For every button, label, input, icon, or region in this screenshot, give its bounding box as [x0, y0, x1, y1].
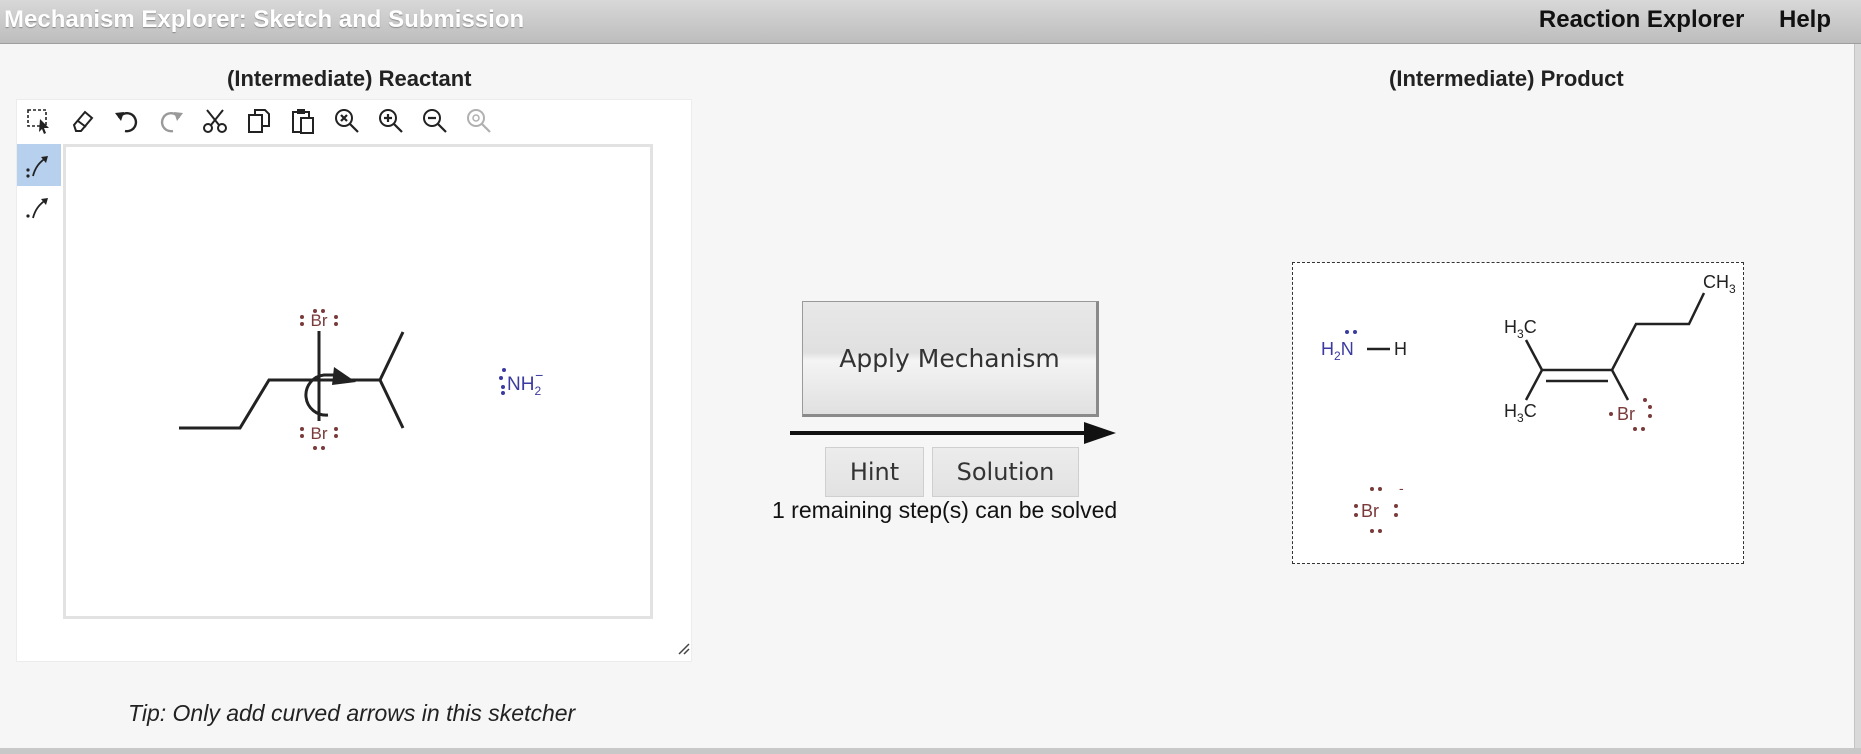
sketch-canvas[interactable]: Br Br NH2− — [63, 144, 653, 619]
paste-icon[interactable] — [281, 100, 325, 142]
electron-pair-arrow-icon[interactable] — [17, 144, 61, 186]
product-structure: H2N H CH3 H3C H3C Br - Br — [1321, 272, 1736, 533]
solution-button[interactable]: Solution — [932, 447, 1079, 497]
nav-help[interactable]: Help — [1779, 6, 1831, 33]
sketcher-tip: Tip: Only add curved arrows in this sket… — [128, 700, 576, 726]
app-title: Mechanism Explorer: Sketch and Submissio… — [4, 6, 525, 33]
remaining-steps-status: 1 remaining step(s) can be solved — [772, 497, 1118, 523]
methyl-b-label: H3C — [1504, 401, 1537, 425]
bromine-bottom-label: Br — [311, 424, 328, 443]
bottom-border — [0, 748, 1861, 754]
reaction-arrow-icon — [790, 422, 1116, 444]
copy-icon[interactable] — [237, 100, 281, 142]
methyl-top-label: CH3 — [1703, 272, 1736, 296]
bromine-top-label: Br — [311, 311, 328, 330]
select-icon[interactable] — [17, 100, 61, 142]
hint-button[interactable]: Hint — [825, 447, 924, 497]
top-nav: Reaction Explorer Help — [1511, 6, 1831, 34]
resize-handle-icon[interactable] — [677, 642, 691, 661]
reactant-sketcher[interactable]: Br Br NH2− — [16, 99, 692, 662]
product-structure-panel: H2N H CH3 H3C H3C Br - Br — [1292, 262, 1744, 564]
reactant-structure: Br Br NH2− — [179, 307, 543, 450]
reactant-heading: (Intermediate) Reactant — [227, 66, 472, 91]
apply-mechanism-button[interactable]: Apply Mechanism — [802, 301, 1099, 417]
single-electron-arrow-icon[interactable] — [17, 186, 61, 228]
amine-hydrogen-label: H — [1394, 339, 1407, 359]
redo-icon[interactable] — [149, 100, 193, 142]
scrollbar-track[interactable] — [1854, 44, 1861, 749]
arrow-tools — [17, 144, 61, 228]
amine-label: H2N — [1321, 339, 1354, 363]
nav-reaction-explorer[interactable]: Reaction Explorer — [1539, 6, 1744, 33]
bromide-ion-label: Br — [1361, 501, 1379, 521]
bromine-attached-label: Br — [1617, 404, 1635, 424]
bromide-charge: - — [1399, 480, 1404, 496]
cut-icon[interactable] — [193, 100, 237, 142]
zoom-out-icon[interactable] — [413, 100, 457, 142]
undo-icon[interactable] — [105, 100, 149, 142]
product-heading: (Intermediate) Product — [1389, 66, 1624, 91]
zoom-fit-icon[interactable] — [325, 100, 369, 142]
title-bar: Mechanism Explorer: Sketch and Submissio… — [0, 0, 1861, 44]
methyl-a-label: H3C — [1504, 317, 1537, 341]
eraser-icon[interactable] — [61, 100, 105, 142]
amide-label: NH2− — [507, 367, 543, 398]
sketcher-toolbar — [17, 100, 501, 142]
zoom-reset-icon[interactable] — [457, 100, 501, 142]
zoom-in-icon[interactable] — [369, 100, 413, 142]
